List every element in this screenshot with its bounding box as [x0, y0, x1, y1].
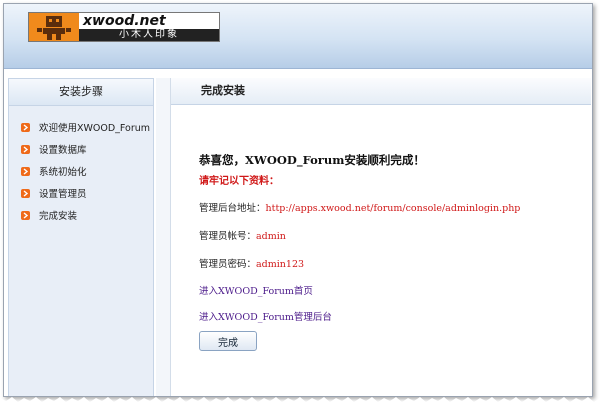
sidebar-item-finish[interactable]: 完成安装	[9, 204, 153, 226]
sidebar-item-welcome[interactable]: 欢迎使用XWOOD_Forum	[9, 116, 153, 138]
admin-url-row: 管理后台地址：http://apps.xwood.net/forum/conso…	[199, 200, 520, 214]
sidebar-item-label: 欢迎使用XWOOD_Forum	[39, 123, 151, 134]
remember-notice: 请牢记以下资料：	[199, 176, 279, 187]
logo-tagline: 小木人印象	[79, 29, 219, 41]
sidebar-item-label: 设置数据库	[39, 145, 87, 156]
sidebar-item-label: 系统初始化	[39, 167, 87, 178]
sidebar-item-label: 设置管理员	[39, 189, 87, 200]
sidebar-item-init[interactable]: 系统初始化	[9, 160, 153, 182]
arrow-right-icon	[21, 122, 30, 132]
step-list: 欢迎使用XWOOD_Forum 设置数据库 系统初始化 设置管理员 完成安装	[9, 106, 153, 226]
main-panel: 完成安装 恭喜您，XWOOD_Forum安装顺利完成！ 请牢记以下资料： 管理后…	[170, 78, 591, 396]
forum-admin-link[interactable]: 进入XWOOD_Forum管理后台	[199, 309, 332, 323]
arrow-right-icon	[21, 166, 30, 176]
password-label: 管理员密码：	[199, 259, 257, 270]
sidebar: 安装步骤 欢迎使用XWOOD_Forum 设置数据库 系统初始化 设置管理员 完…	[8, 78, 154, 396]
wooden-man-logo-icon	[29, 13, 79, 41]
arrow-right-icon	[21, 144, 30, 154]
installer-window: xwood.net 小木人印象 安装步骤 欢迎使用XWOOD_Forum 设置数…	[3, 3, 593, 397]
xwood-logo: xwood.net 小木人印象	[28, 12, 220, 42]
account-label: 管理员帐号：	[199, 231, 257, 242]
arrow-right-icon	[21, 188, 30, 198]
page-title: 完成安装	[171, 78, 591, 105]
logo-text: xwood.net 小木人印象	[79, 13, 219, 41]
account-value: admin	[256, 231, 286, 242]
admin-url-value: http://apps.xwood.net/forum/console/admi…	[265, 203, 521, 214]
sidebar-item-database[interactable]: 设置数据库	[9, 138, 153, 160]
password-row: 管理员密码：admin123	[199, 256, 304, 270]
sidebar-title: 安装步骤	[9, 79, 153, 106]
sidebar-item-admin[interactable]: 设置管理员	[9, 182, 153, 204]
header-banner: xwood.net 小木人印象	[4, 4, 592, 69]
forum-home-link[interactable]: 进入XWOOD_Forum首页	[199, 283, 313, 297]
password-value: admin123	[256, 259, 305, 270]
torn-edge-decoration	[0, 397, 600, 405]
finish-button[interactable]: 完成	[199, 331, 257, 351]
admin-url-label: 管理后台地址：	[199, 203, 266, 214]
column-divider	[156, 78, 170, 396]
congrats-message: 恭喜您，XWOOD_Forum安装顺利完成！	[199, 153, 425, 167]
sidebar-item-label: 完成安装	[39, 211, 78, 222]
account-row: 管理员帐号：admin	[199, 228, 286, 242]
logo-wordmark: xwood.net	[83, 13, 166, 29]
arrow-right-icon	[21, 210, 30, 220]
